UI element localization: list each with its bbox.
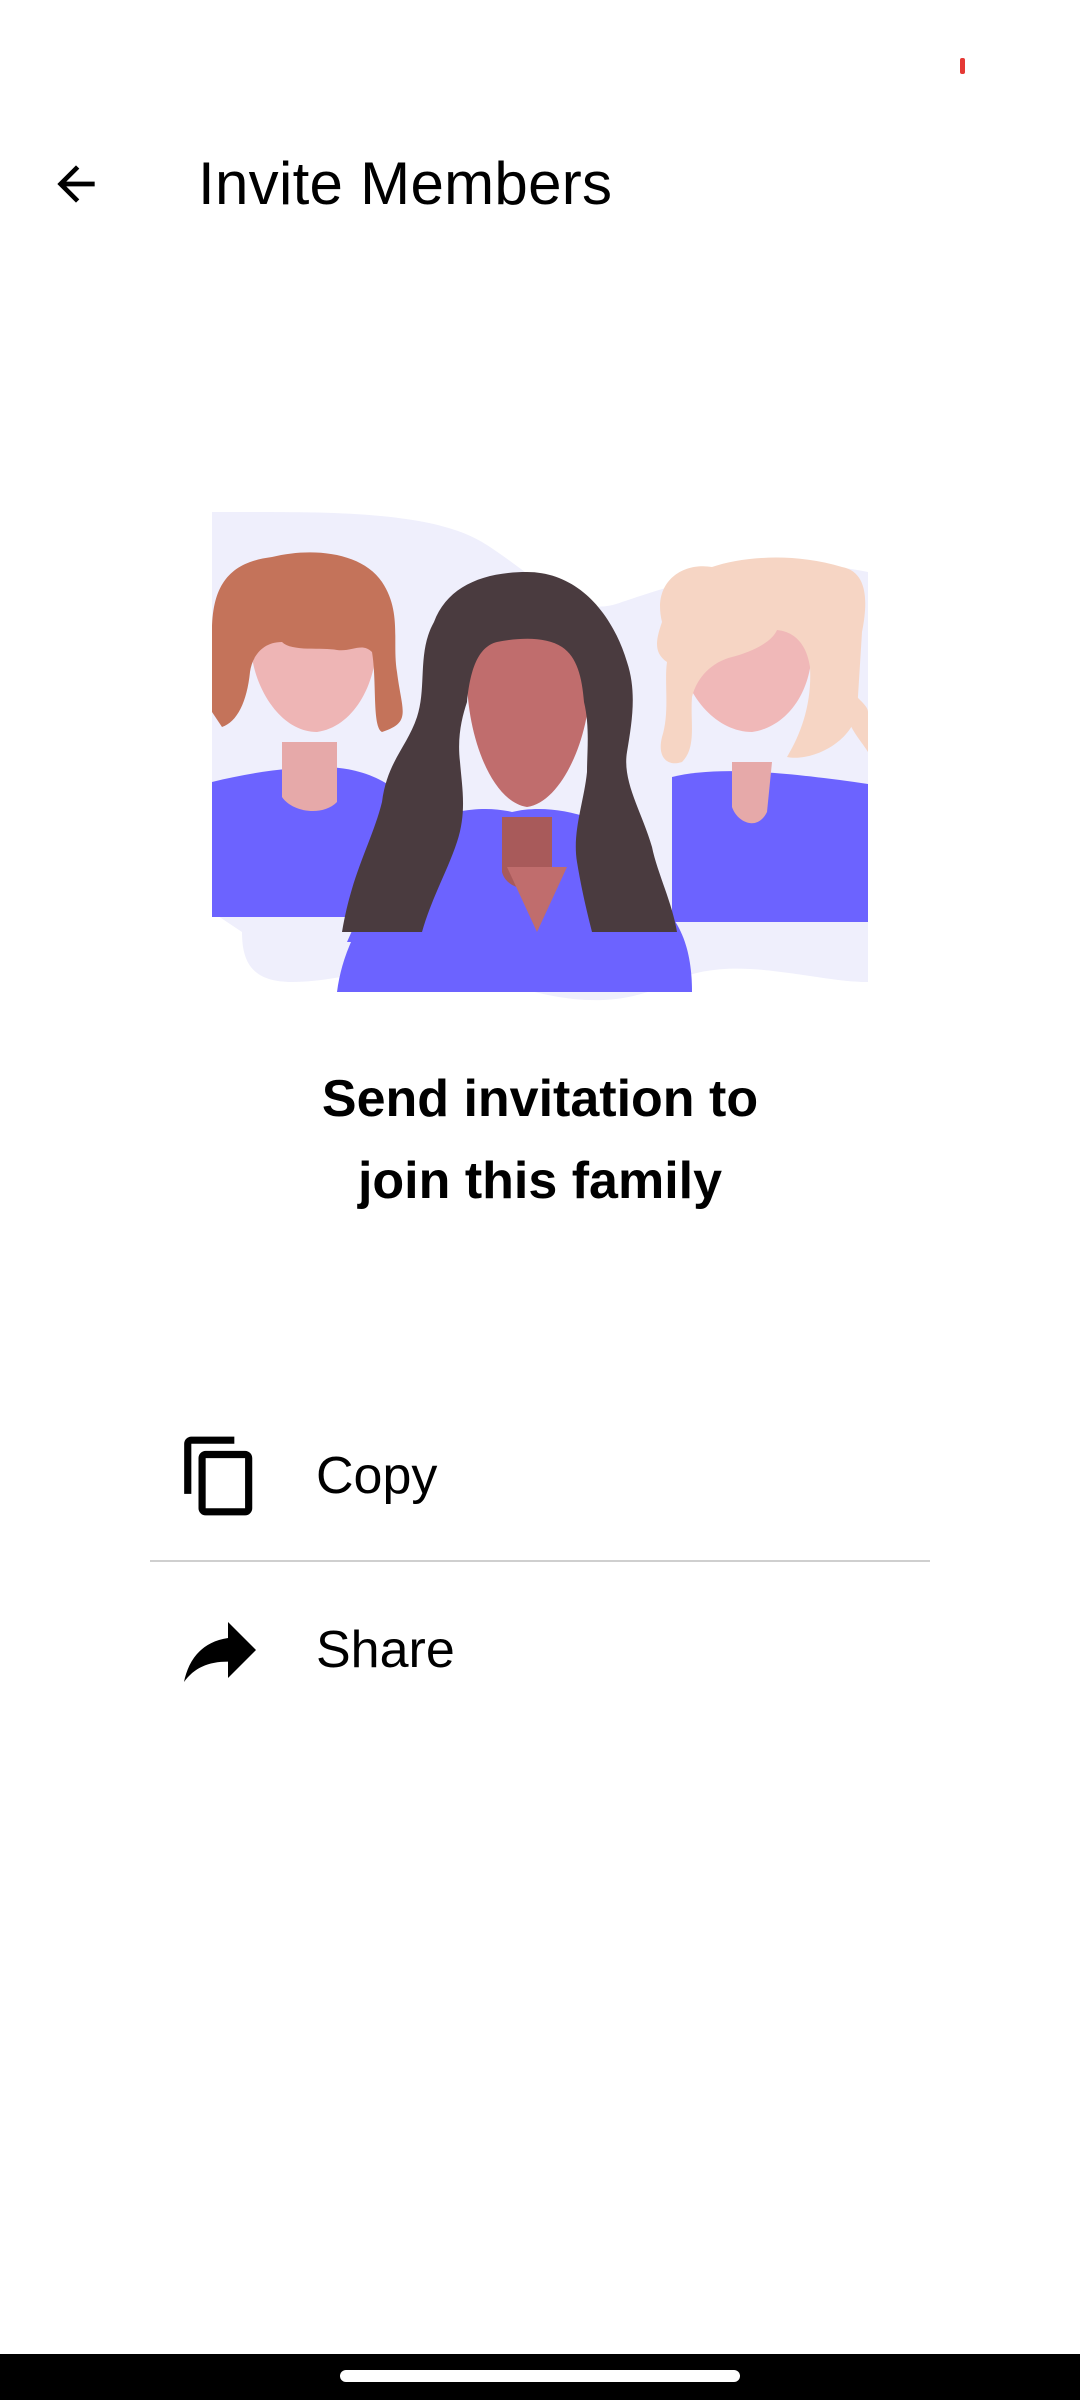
- share-icon: [170, 1600, 270, 1700]
- copy-icon: [170, 1426, 270, 1526]
- headline-line-2: join this family: [357, 1152, 723, 1210]
- back-button[interactable]: [36, 144, 116, 224]
- system-navigation-bar: [0, 2354, 1080, 2400]
- home-indicator[interactable]: [340, 2370, 740, 2382]
- arrow-left-icon: [57, 165, 95, 203]
- copy-button[interactable]: Copy: [150, 1392, 930, 1560]
- status-bar: [0, 0, 1080, 110]
- headline-line-1: Send invitation to: [321, 1070, 759, 1128]
- share-label: Share: [316, 1621, 455, 1679]
- page-title: Invite Members: [198, 150, 613, 217]
- share-button[interactable]: Share: [150, 1562, 930, 1738]
- group-of-people-illustration: [212, 512, 868, 1001]
- invite-actions-list: Copy Share: [150, 1392, 930, 1738]
- invitation-headline: Send invitation to join this family: [140, 1058, 940, 1222]
- copy-label: Copy: [316, 1447, 438, 1505]
- status-indicator: [960, 58, 965, 74]
- invite-members-screen: Invite Members Send invitation to join t…: [0, 0, 1080, 2400]
- app-bar: Invite Members: [0, 110, 1080, 250]
